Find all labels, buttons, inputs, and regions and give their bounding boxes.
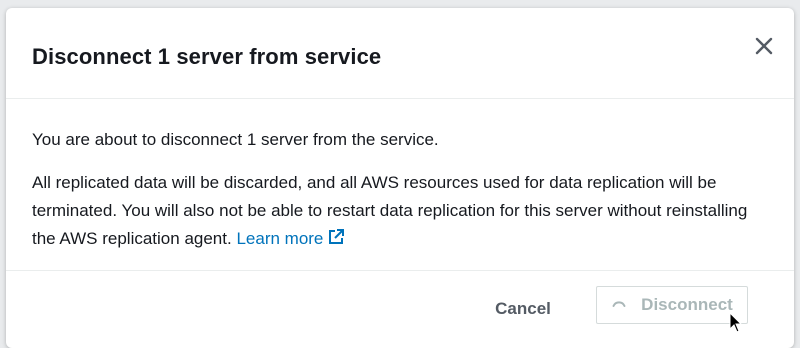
modal-title: Disconnect 1 server from service (32, 44, 382, 69)
close-button[interactable] (750, 32, 778, 60)
warning-text: All replicated data will be discarded, a… (32, 173, 748, 248)
modal-footer: Cancel Disconnect (6, 270, 794, 348)
disconnect-label: Disconnect (641, 295, 733, 314)
learn-more-label: Learn more (236, 229, 324, 248)
body-paragraph-warning: All replicated data will be discarded, a… (32, 169, 772, 253)
spinner-icon (612, 301, 626, 307)
modal-body: You are about to disconnect 1 server fro… (32, 126, 772, 253)
learn-more-link[interactable]: Learn more (236, 229, 345, 248)
cancel-button[interactable]: Cancel (476, 293, 570, 325)
close-icon (755, 37, 773, 55)
disconnect-button[interactable]: Disconnect (596, 286, 748, 324)
external-link-icon (329, 229, 345, 244)
body-paragraph-intro: You are about to disconnect 1 server fro… (32, 130, 439, 149)
modal-header: Disconnect 1 server from service (6, 8, 794, 99)
disconnect-modal: Disconnect 1 server from service You are… (6, 8, 794, 348)
